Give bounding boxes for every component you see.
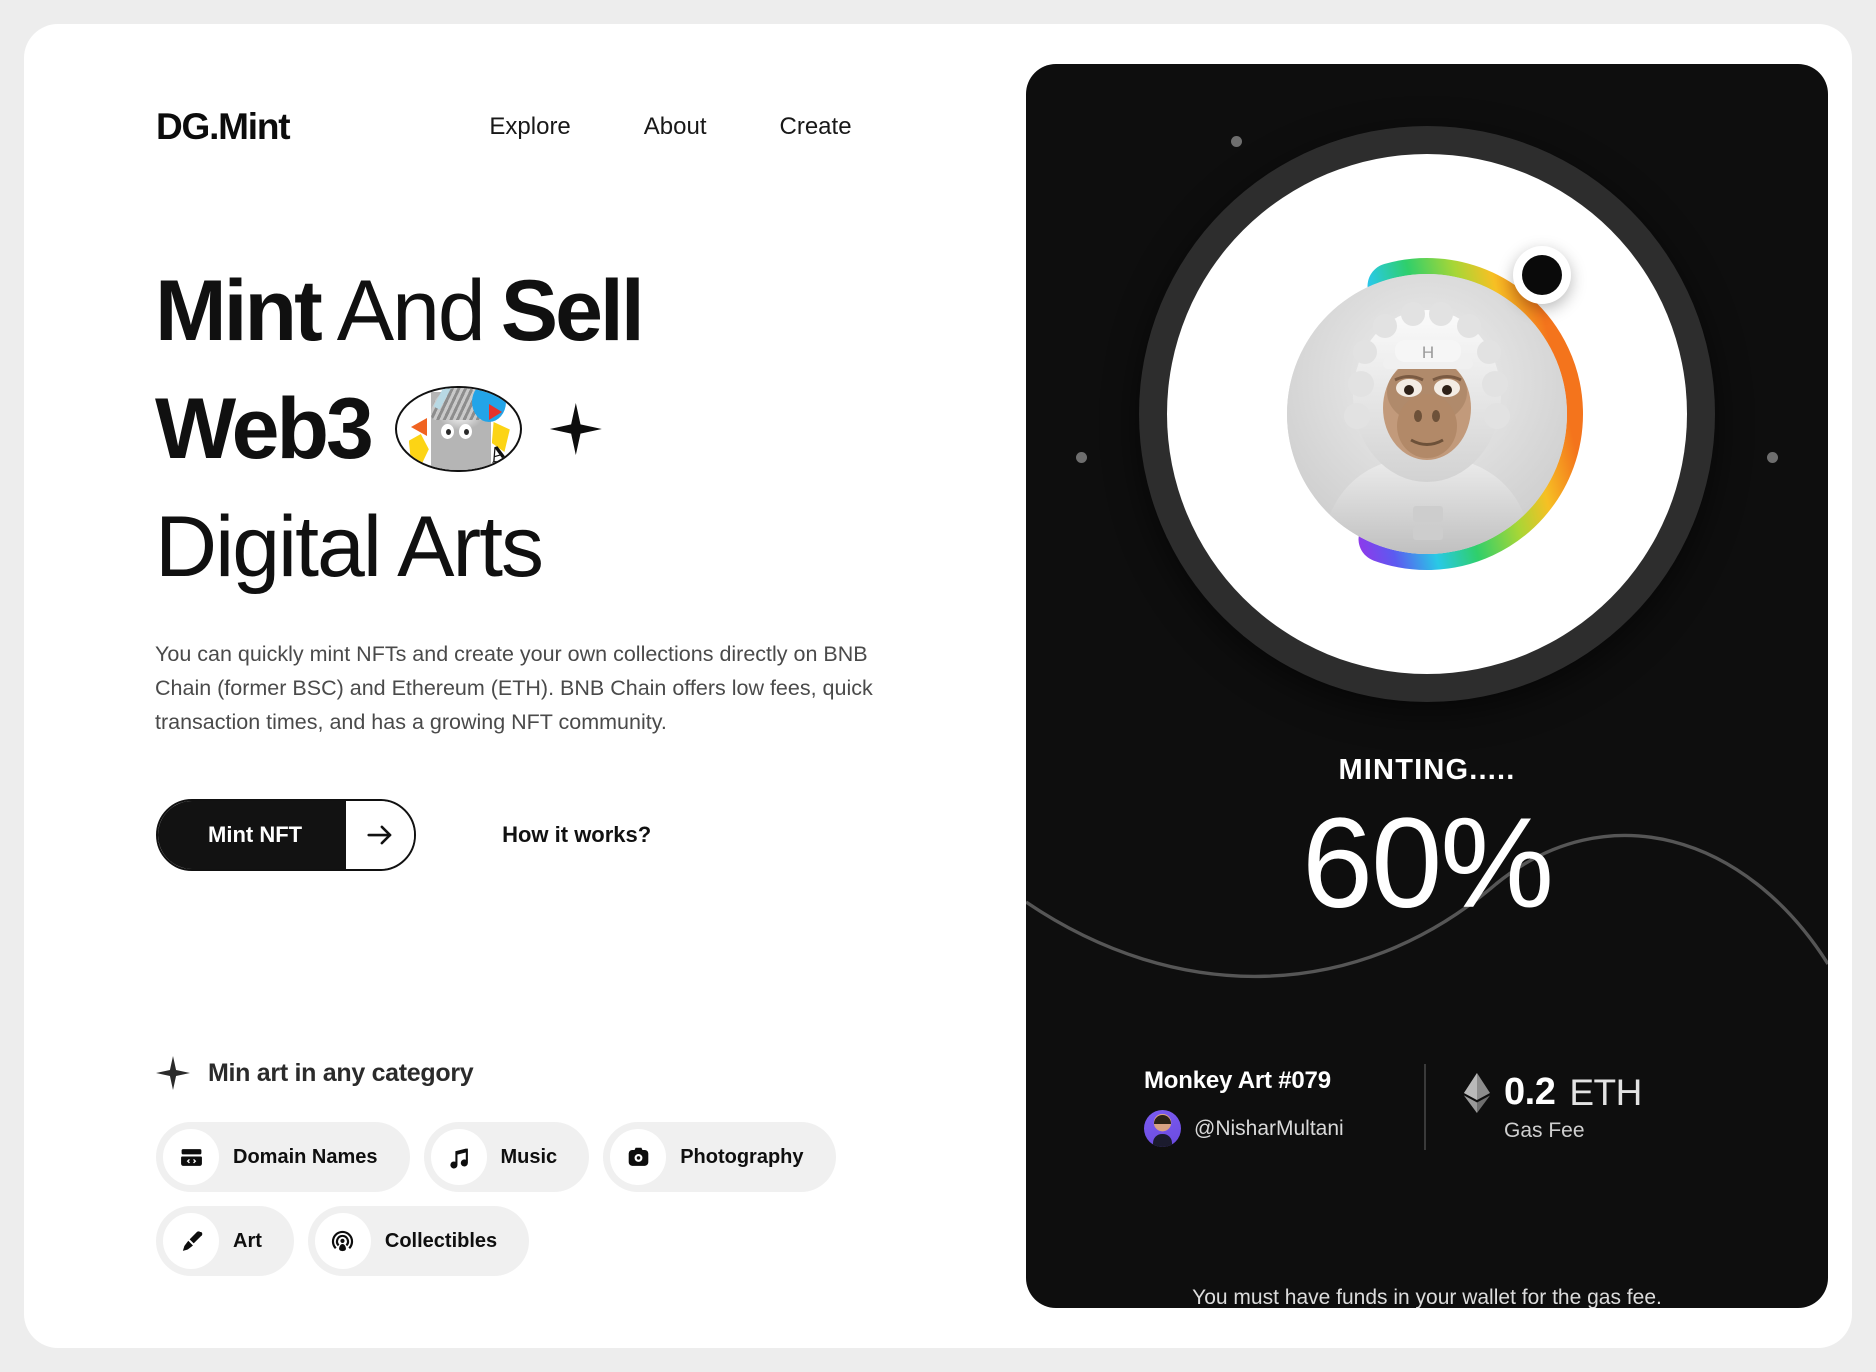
category-chip-list: Domain Names Music Photography Art Colle… bbox=[156, 1122, 916, 1276]
hero-description: You can quickly mint NFTs and create you… bbox=[155, 642, 873, 734]
headline-word-sell: Sell bbox=[500, 263, 645, 359]
hero-cta-row: Mint NFT How it works? bbox=[156, 799, 651, 871]
category-chip-label: Art bbox=[233, 1229, 262, 1252]
category-chip-label: Music bbox=[500, 1145, 558, 1168]
headline-line-3: Digital Arts bbox=[155, 488, 895, 606]
top-navigation: DG.Mint Explore About Create bbox=[156, 106, 896, 148]
category-chip-art[interactable]: Art bbox=[156, 1206, 294, 1276]
category-chip-music[interactable]: Music bbox=[423, 1122, 590, 1192]
svg-text:H: H bbox=[1422, 343, 1434, 362]
nft-artwork-image: H bbox=[1287, 274, 1567, 554]
nav-link-explore[interactable]: Explore bbox=[489, 113, 570, 141]
nft-owner: @NisharMultani bbox=[1144, 1110, 1416, 1147]
nav-link-create[interactable]: Create bbox=[780, 113, 852, 141]
minting-card: H MINTING..... 60% Monkey Art #079 @Nish… bbox=[1026, 64, 1828, 1308]
camera-icon bbox=[610, 1129, 667, 1185]
headline-line-1: Mint And Sell bbox=[155, 252, 895, 370]
category-chip-label: Domain Names bbox=[233, 1145, 378, 1168]
arrow-right-icon bbox=[346, 801, 415, 869]
app-window: DG.Mint Explore About Create Mint And Se… bbox=[24, 24, 1852, 1348]
headline-digital-arts: Digital Arts bbox=[155, 499, 544, 595]
headline-word-web3: Web3 bbox=[155, 381, 374, 477]
collectibles-icon bbox=[314, 1213, 371, 1269]
category-chip-label: Collectibles bbox=[384, 1229, 498, 1252]
vertical-divider bbox=[1424, 1064, 1426, 1150]
hero-headline: Mint And Sell Web3 A Digital Arts bbox=[155, 252, 895, 606]
gas-price-currency: ETH bbox=[1569, 1071, 1642, 1113]
brand-logo[interactable]: DG.Mint bbox=[156, 106, 291, 148]
paintbrush-icon bbox=[163, 1213, 219, 1269]
gas-price-value: 0.2 bbox=[1504, 1071, 1556, 1113]
nav-link-about[interactable]: About bbox=[644, 113, 707, 141]
gas-fee-block: 0.2 ETH Gas Fee bbox=[1464, 1071, 1642, 1143]
headline-word-and: And bbox=[336, 263, 486, 359]
minting-status-label: MINTING..... bbox=[1338, 754, 1516, 786]
progress-knob-handle[interactable] bbox=[1513, 246, 1571, 304]
category-chip-domain-names[interactable]: Domain Names bbox=[156, 1122, 410, 1192]
mint-nft-button[interactable]: Mint NFT bbox=[156, 799, 417, 871]
categories-heading: Min art in any category bbox=[156, 1056, 474, 1090]
how-it-works-link[interactable]: How it works? bbox=[502, 822, 651, 848]
category-chip-photography[interactable]: Photography bbox=[603, 1122, 836, 1192]
decorative-dot bbox=[1767, 452, 1778, 463]
headline-word-mint: Mint bbox=[155, 263, 323, 359]
music-note-icon bbox=[430, 1129, 487, 1185]
category-chip-collectibles[interactable]: Collectibles bbox=[307, 1206, 530, 1276]
avatar bbox=[1144, 1110, 1181, 1147]
category-chip-label: Photography bbox=[680, 1145, 804, 1168]
headline-line-2: Web3 A bbox=[155, 370, 895, 488]
sparkle-star-icon bbox=[549, 403, 602, 455]
nft-info-row: Monkey Art #079 @NisharMultani 0.2 ETH G… bbox=[1144, 1064, 1714, 1150]
domain-icon bbox=[163, 1129, 219, 1185]
gas-fee-label: Gas Fee bbox=[1504, 1119, 1585, 1142]
decorative-dot bbox=[1076, 452, 1087, 463]
minting-progress-percent: 60% bbox=[1301, 792, 1554, 935]
ethereum-icon bbox=[1464, 1072, 1490, 1113]
mint-progress-ring: H bbox=[1139, 126, 1715, 702]
wallet-funds-note: You must have funds in your wallet for t… bbox=[1192, 1286, 1662, 1308]
nft-title: Monkey Art #079 bbox=[1144, 1067, 1331, 1094]
nft-info-left: Monkey Art #079 @NisharMultani bbox=[1144, 1067, 1416, 1147]
categories-heading-label: Min art in any category bbox=[208, 1058, 474, 1087]
hero-left-panel: DG.Mint Explore About Create Mint And Se… bbox=[24, 24, 1024, 1348]
gas-price-row: 0.2 ETH bbox=[1464, 1071, 1642, 1114]
owner-handle: @NisharMultani bbox=[1194, 1116, 1344, 1140]
statue-collage-image: A bbox=[394, 386, 522, 472]
nav-links: Explore About Create bbox=[489, 113, 851, 141]
mint-nft-button-label: Mint NFT bbox=[158, 801, 347, 869]
sparkle-star-small-icon bbox=[156, 1056, 190, 1090]
